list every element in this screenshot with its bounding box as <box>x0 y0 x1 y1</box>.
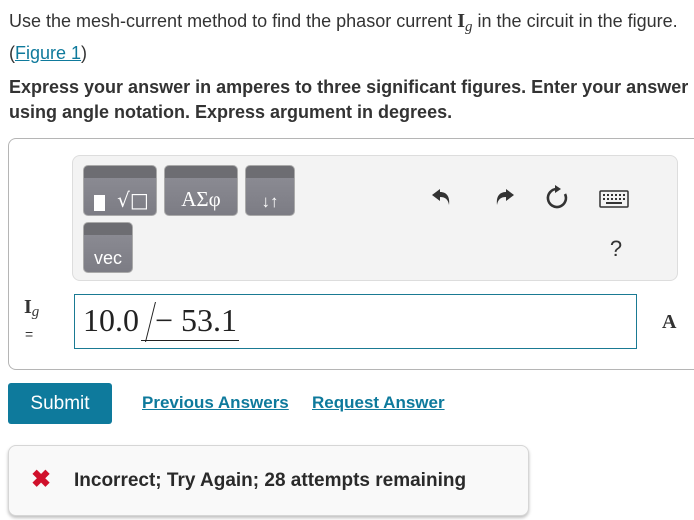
vec-label: vec <box>93 248 122 268</box>
templates-button[interactable]: √□ <box>83 165 157 216</box>
answer-value: 10.0 − 53.1 <box>83 302 240 341</box>
prompt-text-end: ) <box>81 43 88 63</box>
variable-subscript: g <box>465 19 473 35</box>
undo-icon[interactable] <box>429 184 455 210</box>
vector-button[interactable]: vec <box>83 222 133 273</box>
submit-button[interactable]: Submit <box>8 383 112 424</box>
equals-sign: = <box>25 326 34 342</box>
question-prompt: Use the mesh-current method to find the … <box>9 8 689 66</box>
greek-letters-button[interactable]: ΑΣφ <box>164 165 238 216</box>
incorrect-x-icon: ✖ <box>31 466 52 493</box>
math-toolbar: √□ ΑΣφ ↓↑ vec ? <box>72 155 678 281</box>
answer-variable-subscript: g <box>31 304 40 320</box>
answer-magnitude: 10.0 <box>83 302 139 338</box>
redo-icon[interactable] <box>491 184 517 210</box>
feedback-text: Incorrect; Try Again; 28 attempts remain… <box>74 470 467 491</box>
feedback-box: ✖ Incorrect; Try Again; 28 attempts rema… <box>8 445 529 516</box>
figure-link[interactable]: Figure 1 <box>15 43 81 63</box>
greek-letters-label: ΑΣφ <box>181 187 221 211</box>
arrows-button[interactable]: ↓↑ <box>245 165 295 216</box>
arrows-icon: ↓↑ <box>261 192 279 211</box>
previous-answers-link[interactable]: Previous Answers <box>142 393 289 413</box>
keyboard-icon[interactable] <box>598 186 630 212</box>
answer-variable-label: Ig <box>24 296 39 321</box>
prompt-text: Use the mesh-current method to find the … <box>9 11 458 31</box>
root-template-icon: √□ <box>117 188 149 212</box>
answer-angle: − 53.1 <box>155 302 238 338</box>
angle-notation: − 53.1 <box>141 302 240 341</box>
variable-I: I <box>457 10 466 32</box>
request-answer-link[interactable]: Request Answer <box>312 393 445 413</box>
instructions: Express your answer in amperes to three … <box>9 77 689 122</box>
reset-icon[interactable] <box>544 184 570 210</box>
placeholder-block-icon <box>94 195 105 211</box>
unit-label: A <box>662 311 677 333</box>
help-button[interactable]: ? <box>603 236 629 262</box>
answer-input[interactable]: 10.0 − 53.1 <box>74 294 637 349</box>
answer-variable-main: I <box>24 296 32 318</box>
